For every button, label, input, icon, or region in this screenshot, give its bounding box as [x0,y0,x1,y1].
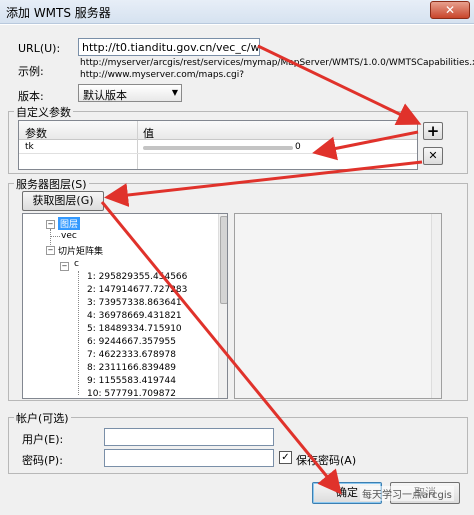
arrow-to-ok-button [100,201,342,495]
arrow-to-fetch-button [104,160,423,207]
annotation-arrows [100,44,423,495]
arrow-to-add-button [257,44,422,126]
arrow-to-param-value [312,130,419,161]
